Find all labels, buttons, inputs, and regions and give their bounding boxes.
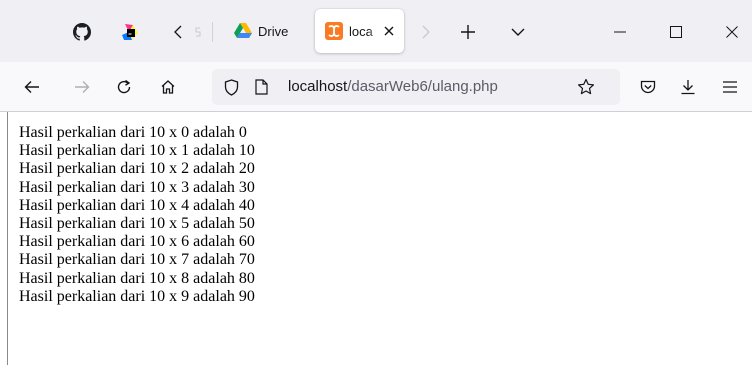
output-line: Hasil perkalian dari 10 x 2 adalah 20 <box>19 160 255 178</box>
tab-label: loca <box>349 23 373 39</box>
tab-label: Drive <box>258 23 289 39</box>
github-icon[interactable] <box>72 22 92 42</box>
url-text[interactable]: localhost/dasarWeb6/ulang.php <box>288 78 498 95</box>
tab-drive[interactable]: Drive <box>224 9 306 53</box>
output-line: Hasil perkalian dari 10 x 0 adalah 0 <box>19 124 247 141</box>
minimize-icon[interactable] <box>610 22 630 42</box>
reload-icon[interactable] <box>114 77 134 97</box>
jetbrains-icon[interactable] <box>120 22 140 42</box>
bookmark-star-icon[interactable] <box>576 77 596 97</box>
close-tab-icon[interactable] <box>381 23 397 39</box>
shield-icon[interactable] <box>222 78 240 96</box>
url-path: /dasarWeb6/ulang.php <box>347 78 498 95</box>
maximize-icon[interactable] <box>666 22 686 42</box>
page-content: Hasil perkalian dari 10 x 0 adalah 0 Has… <box>19 124 255 306</box>
output-line: Hasil perkalian dari 10 x 7 adalah 70 <box>19 251 255 269</box>
tab-localhost[interactable]: loca <box>315 9 404 53</box>
tab-scroll-right-icon[interactable] <box>418 23 434 41</box>
xampp-icon <box>325 22 343 40</box>
tab-bar: Drive loca <box>0 0 752 62</box>
new-tab-icon[interactable] <box>458 22 478 42</box>
close-window-icon[interactable] <box>722 22 742 42</box>
nav-toolbar: localhost/dasarWeb6/ulang.php <box>0 62 752 112</box>
output-line: Hasil perkalian dari 10 x 1 adalah 10 <box>19 142 255 160</box>
output-line: Hasil perkalian dari 10 x 3 adalah 30 <box>19 178 255 196</box>
back-icon[interactable] <box>22 77 42 97</box>
tab-divider <box>212 22 213 42</box>
output-line: Hasil perkalian dari 10 x 8 adalah 80 <box>19 269 255 287</box>
home-icon[interactable] <box>158 77 178 97</box>
downloads-icon[interactable] <box>678 77 698 97</box>
output-line: Hasil perkalian dari 10 x 9 adalah 90 <box>19 287 255 305</box>
url-host: localhost <box>288 78 348 95</box>
page-icon[interactable] <box>252 78 270 96</box>
list-all-tabs-icon[interactable] <box>508 22 528 42</box>
output-line: Hasil perkalian dari 10 x 5 adalah 50 <box>19 215 255 233</box>
tab-scroll-left-icon[interactable] <box>170 23 186 41</box>
output-line: Hasil perkalian dari 10 x 4 adalah 40 <box>19 196 255 214</box>
pocket-icon[interactable] <box>638 77 658 97</box>
google-drive-icon <box>234 22 252 40</box>
window-edge <box>7 112 8 365</box>
forward-icon[interactable] <box>72 77 92 97</box>
output-line: Hasil perkalian dari 10 x 6 adalah 60 <box>19 233 255 251</box>
url-bar[interactable]: localhost/dasarWeb6/ulang.php <box>212 69 620 105</box>
collapsed-tab-icon[interactable] <box>191 24 205 40</box>
app-menu-icon[interactable] <box>720 77 740 97</box>
